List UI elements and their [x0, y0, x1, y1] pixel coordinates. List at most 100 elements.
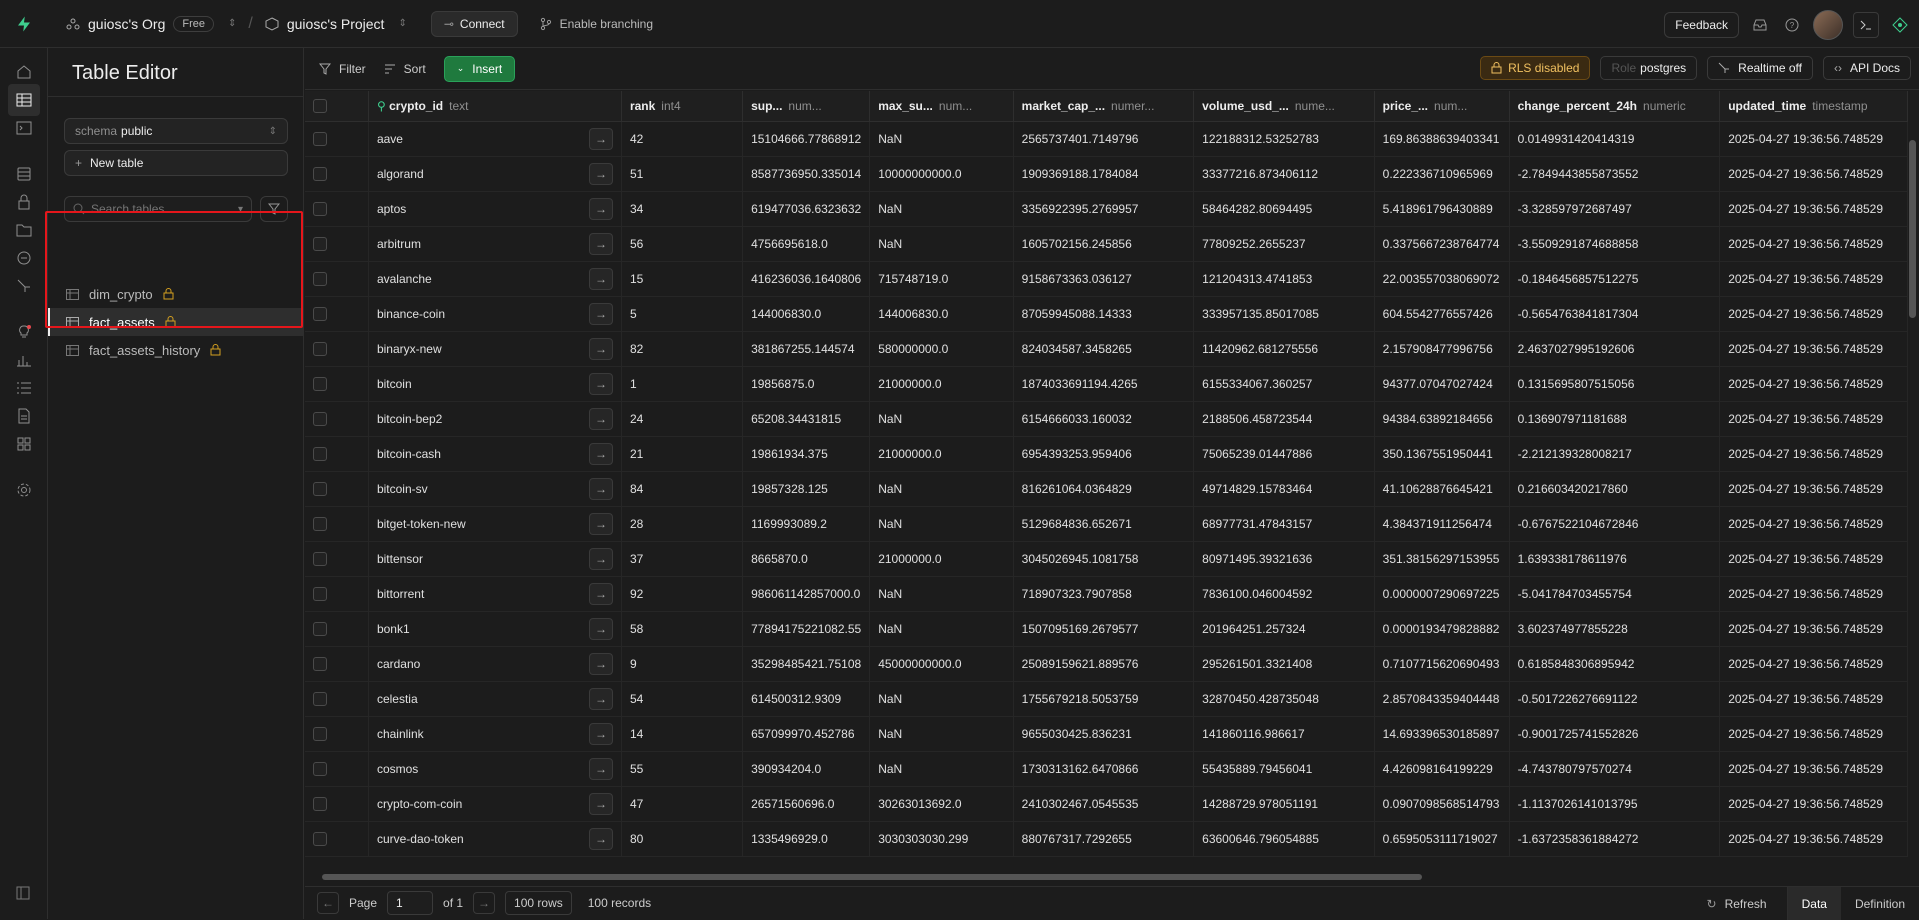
row-select-cell[interactable] [305, 226, 369, 262]
table-cell[interactable]: binance-coin → [368, 296, 622, 332]
table-cell[interactable]: bittensor → [368, 541, 622, 577]
table-row[interactable]: aave → 42 15104666.77868912 NaN 2565737401.71… [305, 121, 1908, 157]
foreign-key-arrow-icon[interactable]: → [588, 232, 613, 255]
inbox-icon[interactable] [1749, 14, 1771, 36]
column-header[interactable]: ⚲ crypto_id text [368, 91, 622, 122]
table-cell[interactable]: 3045026945.1081758 [1013, 541, 1195, 577]
table-cell[interactable]: 19856875.0 [742, 366, 871, 402]
table-cell[interactable]: 986061142857000.0 [742, 576, 871, 612]
table-cell[interactable]: 56 [621, 226, 744, 262]
search-tables-field[interactable]: ▾ [64, 196, 252, 222]
page-number-input[interactable] [387, 891, 434, 915]
foreign-key-arrow-icon[interactable]: → [588, 757, 613, 780]
row-select-cell[interactable] [305, 471, 369, 507]
column-header[interactable]: volume_usd_... nume... [1193, 91, 1375, 122]
schema-selector[interactable]: schema public ⇕ [64, 118, 288, 144]
row-checkbox[interactable] [313, 796, 327, 811]
foreign-key-arrow-icon[interactable]: → [588, 127, 613, 150]
table-cell[interactable]: 21000000.0 [869, 541, 1014, 577]
row-select-cell[interactable] [305, 156, 369, 192]
row-checkbox[interactable] [313, 761, 327, 776]
row-checkbox[interactable] [313, 271, 327, 286]
table-cell[interactable]: 41.10628876645421 [1374, 471, 1510, 507]
table-cell[interactable]: -0.1846456857512275 [1509, 261, 1721, 297]
foreign-key-arrow-icon[interactable]: → [588, 512, 613, 535]
table-cell[interactable]: 2025-04-27 19:36:56.748529 [1719, 506, 1908, 542]
table-cell[interactable]: 141860116.986617 [1193, 716, 1375, 752]
table-cell[interactable]: 80 [621, 821, 744, 857]
table-cell[interactable]: bitcoin-cash → [368, 436, 622, 472]
table-cell[interactable]: 5.418961796430889 [1374, 191, 1510, 227]
table-cell[interactable]: 1507095169.2679577 [1013, 611, 1195, 647]
vertical-scrollbar[interactable] [1909, 140, 1916, 318]
table-cell[interactable]: NaN [869, 611, 1014, 647]
table-item-fact-assets[interactable]: fact_assets [48, 308, 304, 336]
table-cell[interactable]: 47 [621, 786, 744, 822]
filter-tables-button[interactable] [260, 196, 288, 222]
table-row[interactable]: celestia → 54 614500312.9309 NaN 1755679218.5… [305, 681, 1908, 717]
tab-data[interactable]: Data [1787, 887, 1841, 920]
table-cell[interactable]: 9655030425.836231 [1013, 716, 1195, 752]
row-select-cell[interactable] [305, 331, 369, 367]
table-cell[interactable]: 58 [621, 611, 744, 647]
select-all-cell[interactable] [305, 91, 369, 122]
row-checkbox[interactable] [313, 131, 327, 146]
table-cell[interactable]: NaN [869, 471, 1014, 507]
row-checkbox[interactable] [313, 236, 327, 251]
table-cell[interactable]: 0.222336710965969 [1374, 156, 1510, 192]
table-cell[interactable]: -0.9001725741552826 [1509, 716, 1721, 752]
table-cell[interactable]: 55435889.79456041 [1193, 751, 1375, 787]
table-cell[interactable]: 63600646.796054885 [1193, 821, 1375, 857]
table-row[interactable]: bitcoin-cash → 21 19861934.375 21000000.0 695… [305, 436, 1908, 472]
project-breadcrumb[interactable]: guiosc's Project ⇕ [265, 16, 407, 32]
row-checkbox[interactable] [313, 376, 327, 391]
column-header[interactable]: max_su... num... [869, 91, 1014, 122]
table-cell[interactable]: NaN [869, 681, 1014, 717]
select-all-checkbox[interactable] [313, 98, 327, 113]
table-cell[interactable]: chainlink → [368, 716, 622, 752]
org-switch-icon[interactable]: ⇕ [228, 18, 236, 29]
row-checkbox[interactable] [313, 516, 327, 531]
table-cell[interactable]: 619477036.6323632 [742, 191, 871, 227]
row-checkbox[interactable] [313, 306, 327, 321]
table-cell[interactable]: -1.6372358361884272 [1509, 821, 1721, 857]
row-select-cell[interactable] [305, 751, 369, 787]
row-select-cell[interactable] [305, 366, 369, 402]
table-cell[interactable]: celestia → [368, 681, 622, 717]
home-icon[interactable] [12, 60, 36, 84]
table-cell[interactable]: NaN [869, 576, 1014, 612]
table-cell[interactable]: 122188312.53252783 [1193, 121, 1375, 157]
table-cell[interactable]: 1874033691194.4265 [1013, 366, 1195, 402]
row-select-cell[interactable] [305, 541, 369, 577]
table-cell[interactable]: 2025-04-27 19:36:56.748529 [1719, 296, 1908, 332]
foreign-key-arrow-icon[interactable]: → [588, 617, 613, 640]
table-cell[interactable]: 2025-04-27 19:36:56.748529 [1719, 156, 1908, 192]
table-cell[interactable]: 4.384371911256474 [1374, 506, 1510, 542]
row-checkbox[interactable] [313, 726, 327, 741]
table-cell[interactable]: 14.693396530185897 [1374, 716, 1510, 752]
table-cell[interactable]: 33377216.873406112 [1193, 156, 1375, 192]
terminal-icon[interactable] [1853, 12, 1879, 38]
feedback-button[interactable]: Feedback [1664, 12, 1739, 38]
rows-per-page-selector[interactable]: 100 rows [505, 891, 572, 915]
row-select-cell[interactable] [305, 296, 369, 332]
foreign-key-arrow-icon[interactable]: → [588, 267, 613, 290]
table-row[interactable]: bittensor → 37 8665870.0 21000000.0 304502694… [305, 541, 1908, 577]
table-cell[interactable]: 2025-04-27 19:36:56.748529 [1719, 821, 1908, 857]
table-cell[interactable]: -5.041784703455754 [1509, 576, 1721, 612]
new-table-button[interactable]: + New table [64, 150, 288, 176]
table-cell[interactable]: 2025-04-27 19:36:56.748529 [1719, 121, 1908, 157]
table-cell[interactable]: curve-dao-token → [368, 821, 622, 857]
table-cell[interactable]: 2025-04-27 19:36:56.748529 [1719, 401, 1908, 437]
table-cell[interactable]: 657099970.452786 [742, 716, 871, 752]
table-cell[interactable]: 6154666033.160032 [1013, 401, 1195, 437]
foreign-key-arrow-icon[interactable]: → [588, 372, 613, 395]
foreign-key-arrow-icon[interactable]: → [588, 162, 613, 185]
table-cell[interactable]: -1.1137026141013795 [1509, 786, 1721, 822]
table-cell[interactable]: 2025-04-27 19:36:56.748529 [1719, 576, 1908, 612]
foreign-key-arrow-icon[interactable]: → [588, 337, 613, 360]
assistant-icon[interactable] [1889, 14, 1911, 36]
table-cell[interactable]: 580000000.0 [869, 331, 1014, 367]
table-cell[interactable]: 1605702156.245856 [1013, 226, 1195, 262]
api-docs-icon[interactable] [12, 404, 36, 428]
